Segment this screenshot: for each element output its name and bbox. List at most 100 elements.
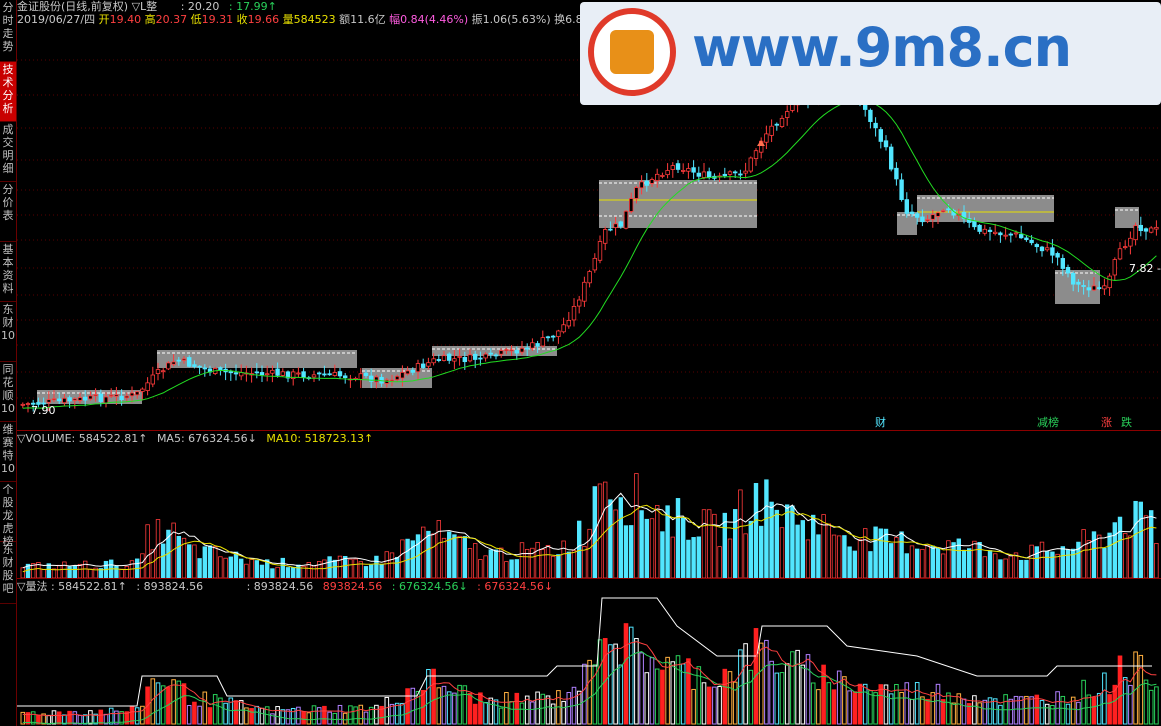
- volume-bar-171: [909, 545, 915, 579]
- method-bar-129: [691, 688, 696, 725]
- candle-body-206: [1091, 285, 1097, 291]
- volume-bar-5: [46, 563, 51, 579]
- method-bar-187: [992, 698, 998, 725]
- volume-bar-200: [1060, 546, 1065, 579]
- sidebar-tab-7[interactable]: 维赛特10: [0, 422, 16, 482]
- volume-bar-204: [1081, 529, 1086, 579]
- candle-body-199: [1055, 253, 1060, 258]
- sidebar-tab-9[interactable]: 东财股吧: [0, 542, 16, 604]
- volume-bar-162: [863, 528, 868, 579]
- candle-body-59: [327, 373, 332, 376]
- sidebar-tab-2[interactable]: 成交明细: [0, 122, 16, 182]
- method-bar-128: [686, 658, 691, 725]
- method-bar-155: [826, 682, 832, 725]
- sidebar-tab-5[interactable]: 东财10: [0, 302, 16, 362]
- candle-body-84: [457, 355, 462, 358]
- method-v5: : 676324.56↓: [391, 580, 468, 593]
- volume-bar-102: [551, 555, 556, 579]
- method-bar-206: [1091, 696, 1097, 725]
- candle-body-83: [452, 358, 457, 362]
- method-bar-160: [852, 691, 858, 725]
- candle-body-175: [930, 214, 935, 220]
- volume-bar-201: [1065, 549, 1071, 579]
- method-bar-49: [275, 706, 280, 725]
- sidebar-tab-8[interactable]: 个股龙虎榜: [0, 482, 16, 548]
- volume-bar-36: [207, 545, 213, 579]
- candle-body-46: [259, 372, 265, 376]
- method-bar-176: [935, 683, 941, 725]
- candle-body-171: [909, 211, 915, 215]
- method-bar-34: [197, 705, 202, 725]
- method-bar-7: [56, 711, 62, 725]
- candle-body-18: [114, 394, 119, 397]
- method-bar-54: [301, 711, 306, 725]
- method-bar-136: [727, 671, 733, 725]
- sidebar-tab-6[interactable]: 同花顺10: [0, 362, 16, 422]
- candle-body-62: [342, 375, 348, 378]
- method-bar-71: [389, 703, 395, 725]
- candle-body-184: [977, 224, 982, 232]
- volume-bar-132: [707, 509, 712, 579]
- method-bar-72: [394, 702, 400, 725]
- volume-bar-134: [717, 546, 722, 579]
- candle-body-172: [915, 213, 920, 218]
- volume-bar-38: [218, 556, 223, 579]
- volume-bar-4: [41, 569, 46, 579]
- method-bar-73: [400, 702, 405, 725]
- candle-body-216: [1143, 228, 1149, 232]
- volume-bar-9: [67, 566, 72, 579]
- right-price-label: 7.82 - 17: [1129, 262, 1161, 275]
- volume-bar-152: [811, 514, 816, 579]
- volume-bar-213: [1128, 535, 1133, 579]
- method-bar-143: [764, 639, 769, 725]
- candle-body-40: [228, 371, 233, 374]
- candle-body-82: [446, 353, 452, 361]
- volume-bar-214: [1133, 500, 1138, 579]
- method-bar-33: [192, 701, 197, 725]
- method-bar-37: [212, 694, 218, 725]
- candle-body-45: [254, 371, 259, 374]
- method-bar-75: [410, 687, 416, 725]
- method-bar-132: [706, 686, 712, 725]
- volume-bar-138: [738, 489, 743, 579]
- method-bar-185: [982, 699, 988, 725]
- candle-body-207: [1097, 287, 1102, 289]
- volume-bar-56: [311, 565, 317, 579]
- candle-body-8: [62, 397, 67, 404]
- sidebar-tab-0[interactable]: 分时走势: [0, 0, 16, 62]
- method-bar-125: [670, 661, 676, 725]
- volume-bar-66: [363, 566, 369, 579]
- method-bar-13: [88, 710, 93, 725]
- method-label[interactable]: ▽量法 : 584522.81↑: [17, 580, 127, 593]
- method-bar-107: [576, 690, 582, 725]
- volume-bar-188: [998, 559, 1003, 579]
- candle-body-33: [192, 364, 197, 367]
- candle-body-204: [1081, 285, 1086, 287]
- candle-body-13: [88, 395, 93, 400]
- method-bar-162: [862, 683, 868, 725]
- volume-bar-105: [566, 551, 571, 579]
- volume-bar-70: [384, 551, 389, 579]
- candle-body-1: [25, 403, 31, 405]
- volume-bar-142: [759, 525, 764, 579]
- candle-body-115: [618, 221, 623, 227]
- volume-bar-175: [930, 545, 935, 579]
- volume-bar-150: [800, 520, 805, 579]
- volume-chart[interactable]: [17, 440, 1161, 580]
- volume-bar-100: [540, 549, 545, 579]
- candle-body-47: [264, 373, 270, 376]
- method-bar-170: [904, 682, 910, 725]
- candle-body-165: [878, 129, 883, 142]
- volume-bar-195: [1034, 546, 1039, 579]
- sidebar-tab-1[interactable]: 技术分析: [0, 62, 16, 122]
- sidebar-tab-4[interactable]: 基本资料: [0, 242, 16, 302]
- sidebar-tab-3[interactable]: 分价表: [0, 182, 16, 242]
- method-chart[interactable]: [17, 596, 1161, 726]
- candle-body-124: [665, 170, 670, 176]
- volume-bar-6: [51, 568, 57, 579]
- candle-body-201: [1065, 266, 1071, 274]
- candle-body-17: [109, 394, 114, 397]
- method-bar-65: [358, 704, 364, 725]
- volume-bar-218: [1154, 543, 1159, 579]
- method-bar-150: [800, 664, 806, 725]
